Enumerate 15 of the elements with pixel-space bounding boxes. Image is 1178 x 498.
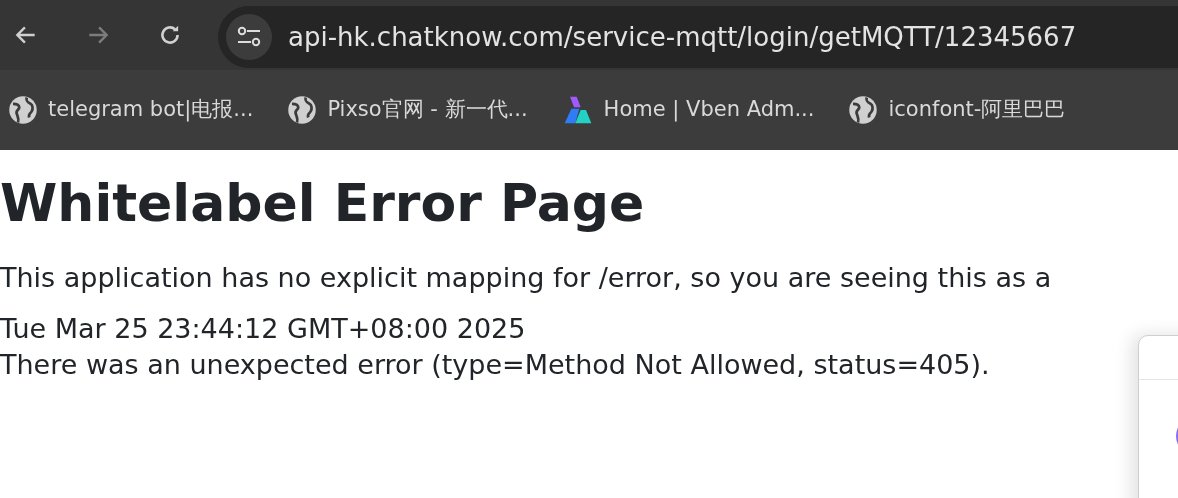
site-settings-button[interactable]: [226, 14, 272, 60]
bookmark[interactable]: Pixso官网 - 新一代...: [283, 94, 532, 126]
bookmark[interactable]: iconfont-阿里巴巴: [844, 94, 1070, 126]
error-message: This application has no explicit mapping for /error, so you are seeing this as a: [0, 261, 1053, 296]
sliders-icon: [236, 26, 262, 48]
address-bar[interactable]: api-hk.chatknow.com/service-mqtt/login/getMQTT/12345667: [218, 6, 1178, 68]
globe-icon: [8, 95, 38, 125]
error-details: There was an unexpected error (type=Method Not Allowed, status=405).: [0, 347, 991, 382]
page-title: Whitelabel Error Page: [0, 172, 646, 235]
globe-icon: [287, 95, 318, 125]
timestamp: Tue Mar 25 23:44:12 GMT+08:00 2025: [0, 312, 527, 347]
bookmark[interactable]: Home | Vben Adm...: [557, 94, 819, 126]
url-text: api-hk.chatknow.com/service-mqtt/login/getMQTT/12345667: [288, 20, 1077, 54]
globe-icon: [848, 95, 879, 125]
bookmark[interactable]: telegram bot|电报...: [4, 94, 258, 126]
